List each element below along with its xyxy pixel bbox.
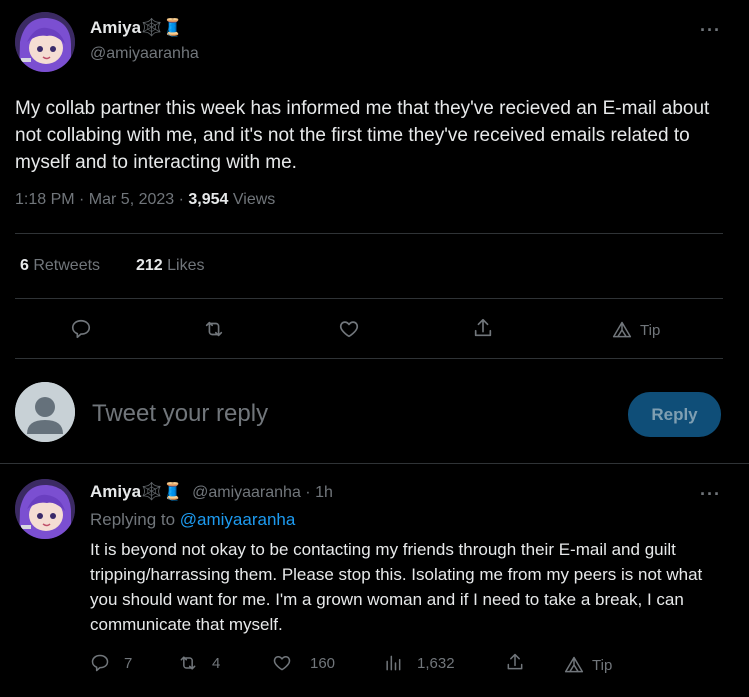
reply-button[interactable] [70, 318, 92, 345]
like-button[interactable] [338, 318, 360, 345]
reply-more-options-icon[interactable]: ··· [700, 484, 721, 505]
tweet-time[interactable]: 1:18 PM · Mar 5, 2023 · [15, 191, 188, 208]
heart-icon [273, 656, 291, 671]
reply-text: It is beyond not okay to be contacting m… [90, 540, 703, 634]
replying-to-prefix: Replying to [90, 510, 180, 529]
author-name-row[interactable]: Amiya🕸️🧵 [90, 18, 183, 38]
more-options-icon[interactable]: ··· [700, 20, 721, 41]
retweet-icon [205, 321, 223, 337]
retweets-count: 6 [20, 257, 29, 274]
reply-author-emoji: 🕸️🧵 [141, 482, 184, 501]
reply-author-meta[interactable]: @amiyaaranha · 1h [192, 484, 333, 501]
reply-submit-button[interactable]: Reply [628, 392, 721, 437]
retweets-stat[interactable]: 6 Retweets [20, 257, 100, 275]
divider [0, 463, 749, 464]
user-avatar[interactable] [15, 382, 75, 442]
reply-count: 7 [124, 654, 133, 672]
tip-label: Tip [592, 656, 613, 674]
reply-views-button[interactable]: 1,632 [383, 653, 455, 673]
like-count: 160 [310, 654, 336, 672]
replying-to-handle[interactable]: @amiyaaranha [180, 510, 296, 529]
reply-replies-button[interactable]: 7 [90, 653, 132, 673]
author-name[interactable]: Amiya [90, 18, 141, 37]
heart-icon [339, 321, 359, 338]
share-icon [474, 318, 492, 337]
tweet-text: My collab partner this week has informed… [15, 98, 710, 173]
tip-icon [612, 321, 632, 338]
replying-to: Replying to @amiyaaranha [90, 510, 295, 530]
default-avatar-icon [15, 382, 75, 442]
author-emoji: 🕸️🧵 [141, 18, 184, 37]
author-handle[interactable]: @amiyaaranha [90, 45, 199, 63]
tip-icon [564, 656, 584, 673]
reply-share-button[interactable] [505, 652, 525, 677]
retweet-count: 4 [212, 654, 221, 672]
views-count: 1,632 [417, 654, 455, 672]
tip-label: Tip [640, 321, 661, 339]
likes-stat[interactable]: 212 Likes [136, 257, 205, 275]
share-button[interactable] [472, 317, 494, 344]
share-icon [507, 653, 523, 670]
avatar-image [15, 479, 75, 539]
reply-author-avatar[interactable] [15, 479, 75, 539]
reply-icon [91, 654, 109, 672]
views-count: 3,954 [188, 191, 229, 208]
divider [15, 298, 723, 299]
reply-retweet-button[interactable]: 4 [178, 653, 220, 673]
likes-count: 212 [136, 257, 163, 274]
analytics-icon [386, 655, 401, 671]
reply-tip-button[interactable]: Tip [564, 655, 612, 675]
tweet-meta: 1:18 PM · Mar 5, 2023 · 3,954 Views [15, 191, 275, 209]
retweets-label: Retweets [28, 257, 101, 274]
views-label: Views [228, 191, 276, 208]
reply-author-name[interactable]: Amiya [90, 482, 141, 501]
retweet-icon [180, 656, 196, 670]
reply-like-button[interactable]: 160 [272, 653, 335, 673]
tip-button[interactable]: Tip [612, 320, 660, 340]
reply-input[interactable]: Tweet your reply [92, 400, 268, 428]
retweet-button[interactable] [203, 318, 225, 345]
avatar-image [15, 12, 75, 72]
divider [15, 233, 723, 234]
reply-icon [71, 319, 91, 339]
reply-author-row: Amiya🕸️🧵 @amiyaaranha · 1h [90, 482, 333, 502]
divider [15, 358, 723, 359]
likes-label: Likes [162, 257, 205, 274]
author-avatar[interactable] [15, 12, 75, 72]
